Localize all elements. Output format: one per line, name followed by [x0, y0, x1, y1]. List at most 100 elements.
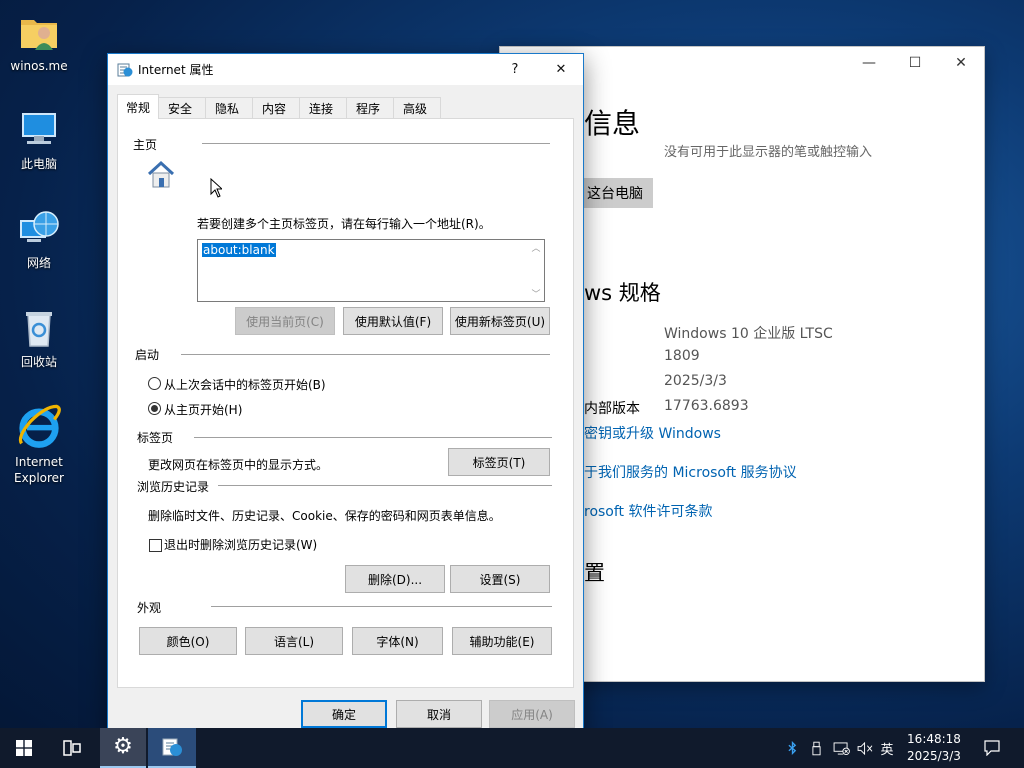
startup-separator [181, 354, 550, 355]
desktop-icon-label: winos.me [10, 59, 68, 73]
help-button[interactable]: ? [492, 54, 538, 85]
action-center-button[interactable] [978, 728, 1006, 768]
textarea-scrollbar[interactable]: ︿ ﹀ [529, 241, 543, 300]
desktop-icon-label: Internet Explorer [14, 455, 64, 485]
browsing-history-separator [218, 485, 552, 486]
user-folder-icon [21, 20, 57, 50]
help-icon: ? [511, 62, 519, 77]
tab-privacy[interactable]: 隐私 [205, 97, 254, 119]
desktop-icon-label: 此电脑 [20, 157, 57, 171]
delete-on-exit-checkbox[interactable] [149, 539, 162, 552]
start-home-page-label[interactable]: 从主页开始(H) [164, 401, 242, 418]
scroll-up-icon: ︿ [531, 244, 541, 254]
tab-advanced[interactable]: 高级 [393, 97, 442, 119]
bluetooth-tray-icon[interactable] [782, 728, 802, 768]
notification-icon [984, 740, 1000, 756]
appearance-separator [211, 606, 552, 607]
apply-button[interactable]: 应用(A) [489, 700, 575, 728]
ok-button[interactable]: 确定 [301, 700, 387, 728]
start-last-session-label[interactable]: 从上次会话中的标签页开始(B) [164, 376, 326, 393]
edition-value: Windows 10 企业版 LTSC [664, 326, 833, 342]
tab-content[interactable]: 内容 [252, 97, 301, 119]
delete-history-button[interactable]: 删除(D)... [345, 565, 445, 593]
input-method-indicator[interactable]: 英 [877, 728, 897, 768]
tab-connections[interactable]: 连接 [299, 97, 348, 119]
use-default-button[interactable]: 使用默认值(F) [343, 307, 443, 335]
startup-group-title: 启动 [135, 348, 160, 362]
mouse-cursor-icon [210, 178, 222, 198]
pen-touch-note: 没有可用于此显示器的笔或触控输入 [664, 145, 873, 160]
use-new-tab-button[interactable]: 使用新标签页(U) [450, 307, 550, 335]
related-settings-heading: 置 [584, 561, 605, 585]
delete-on-exit-label[interactable]: 退出时删除浏览历史记录(W) [164, 536, 317, 553]
license-terms-link[interactable]: rosoft 软件许可条款 [584, 501, 713, 521]
build-value: 17763.6893 [664, 398, 749, 414]
desktop-icon-this-pc[interactable]: 此电脑 [1, 108, 77, 172]
taskbar: ⚙ 英 16:48:18 2025/3/3 [0, 728, 1024, 768]
network-globe-icon [20, 211, 59, 242]
dialog-close-button[interactable]: ✕ [538, 54, 584, 85]
start-home-page-radio[interactable] [148, 402, 161, 415]
product-key-link[interactable]: 密钥或升级 Windows [584, 423, 721, 443]
internet-options-icon [117, 63, 133, 76]
accessibility-button[interactable]: 辅助功能(E) [452, 627, 552, 655]
history-settings-button[interactable]: 设置(S) [450, 565, 550, 593]
install-date-value: 2025/3/3 [664, 373, 727, 389]
tab-programs[interactable]: 程序 [346, 97, 395, 119]
tabs-settings-button[interactable]: 标签页(T) [448, 448, 550, 476]
tab-security[interactable]: 安全 [158, 97, 207, 119]
desktop-icon-internet-explorer[interactable]: Internet Explorer [1, 402, 77, 486]
build-label: 内部版本 [584, 401, 640, 417]
windows-logo-icon [16, 740, 32, 756]
specs-heading: ws 规格 [584, 281, 661, 305]
task-view-icon [63, 740, 81, 756]
dialog-titlebar[interactable]: Internet 属性 ? ✕ [108, 54, 583, 85]
minimize-button[interactable]: — [846, 47, 892, 79]
home-page-url-text: about:blank [202, 243, 276, 257]
gear-icon: ⚙ [113, 734, 133, 759]
bluetooth-icon [787, 741, 796, 755]
computer-icon [22, 113, 56, 144]
dialog-title: Internet 属性 [138, 63, 214, 77]
taskbar-settings-app[interactable]: ⚙ [100, 728, 146, 768]
usb-tray-icon[interactable] [806, 728, 826, 768]
usb-drive-icon [811, 741, 821, 755]
volume-tray-icon[interactable] [854, 728, 876, 768]
desktop-icon-recycle-bin[interactable]: 回收站 [1, 306, 77, 370]
rename-pc-button[interactable]: 这台电脑 [576, 178, 653, 208]
fonts-button[interactable]: 字体(N) [352, 627, 443, 655]
close-button[interactable]: ✕ [938, 47, 984, 79]
start-button[interactable] [0, 728, 48, 768]
settings-heading: 信息 [584, 107, 641, 140]
volume-muted-icon [857, 741, 872, 755]
close-icon: ✕ [555, 62, 567, 77]
home-page-group-title: 主页 [133, 138, 158, 152]
task-view-button[interactable] [48, 728, 96, 768]
internet-properties-dialog: Internet 属性 ? ✕ 常规 安全 隐私 内容 连接 程序 高级 主页 … [107, 53, 584, 738]
network-tray-icon[interactable] [830, 728, 852, 768]
taskbar-clock[interactable]: 16:48:18 2025/3/3 [897, 731, 971, 765]
tab-general[interactable]: 常规 [117, 94, 160, 119]
internet-options-icon [162, 738, 182, 756]
colors-button[interactable]: 颜色(O) [139, 627, 237, 655]
version-value: 1809 [664, 348, 700, 364]
appearance-group-title: 外观 [137, 601, 162, 615]
cancel-button[interactable]: 取消 [396, 700, 482, 728]
home-page-url-textarea[interactable]: about:blank ︿ ﹀ [197, 239, 545, 302]
home-page-house-icon [147, 160, 175, 188]
settings-caption-buttons: — ☐ ✕ [846, 47, 984, 79]
use-current-button[interactable]: 使用当前页(C) [235, 307, 335, 335]
tabs-separator [194, 437, 552, 438]
taskbar-internet-options-app[interactable] [148, 728, 196, 768]
browsing-history-group-title: 浏览历史记录 [137, 480, 210, 494]
home-page-instruction: 若要创建多个主页标签页，请在每行输入一个地址(R)。 [197, 217, 491, 231]
dialog-tabs: 常规 安全 隐私 内容 连接 程序 高级 [117, 94, 442, 119]
recycle-bin-icon [26, 312, 52, 347]
languages-button[interactable]: 语言(L) [245, 627, 343, 655]
services-agreement-link[interactable]: 于我们服务的 Microsoft 服务协议 [584, 462, 797, 482]
maximize-button[interactable]: ☐ [892, 47, 938, 79]
start-last-session-radio[interactable] [148, 377, 161, 390]
desktop-icon-user-folder[interactable]: winos.me [1, 10, 77, 74]
browsing-history-description: 删除临时文件、历史记录、Cookie、保存的密码和网页表单信息。 [148, 509, 501, 523]
desktop-icon-network[interactable]: 网络 [1, 207, 77, 271]
